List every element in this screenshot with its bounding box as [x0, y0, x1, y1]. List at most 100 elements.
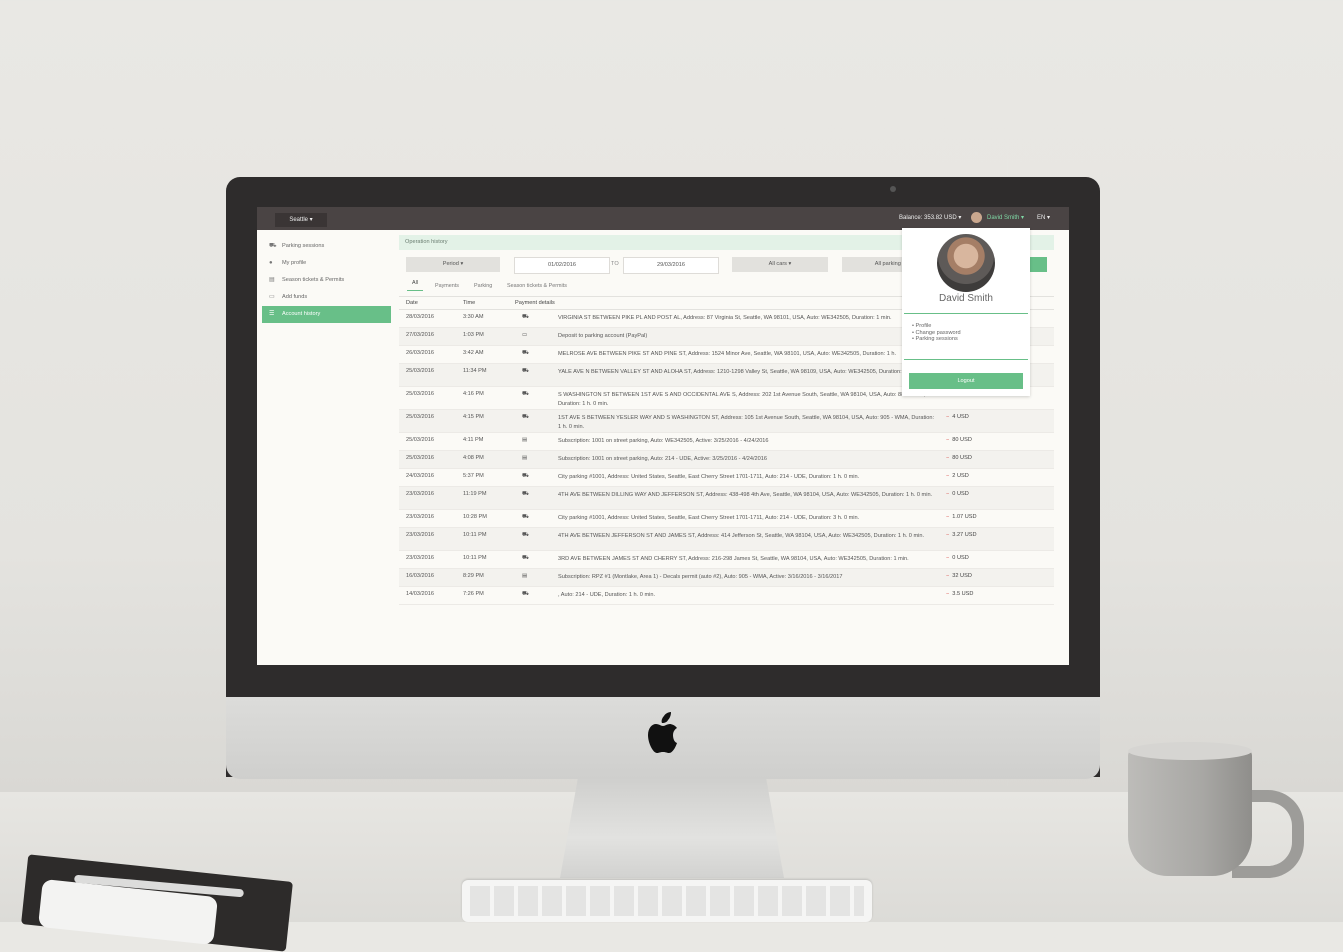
sidebar-item-parking-sessions[interactable]: ⛟ Parking sessions: [262, 238, 391, 255]
amount-value: 0 USD: [952, 555, 969, 561]
row-date: 25/03/2016: [406, 455, 434, 461]
table-row: 16/03/2016 8:29 PM ▤ Subscription: RPZ #1 (…: [399, 569, 1054, 587]
row-time: 11:19 PM: [463, 491, 487, 497]
cars-dropdown[interactable]: All cars ▾: [732, 257, 828, 272]
sidebar: ⛟ Parking sessions ● My profile ▤ Season…: [262, 238, 391, 323]
minus-icon: −: [946, 414, 950, 420]
period-dropdown[interactable]: Period ▾: [406, 257, 500, 272]
tab-parking[interactable]: Parking: [474, 283, 492, 289]
row-details: City parking #1001, Address: United Stat…: [558, 474, 860, 480]
sidebar-item-label: My profile: [282, 260, 307, 266]
user-icon: ●: [269, 260, 273, 266]
row-date: 24/03/2016: [406, 473, 434, 479]
tab-season-tickets[interactable]: Season tickets & Permits: [507, 283, 567, 289]
row-date: 28/03/2016: [406, 314, 434, 320]
minus-icon: −: [946, 555, 950, 561]
amount-value: 80 USD: [952, 455, 972, 461]
row-details: 3RD AVE BETWEEN JAMES ST AND CHERRY ST, …: [558, 556, 909, 562]
date-from-input[interactable]: 01/02/2016: [514, 257, 610, 274]
user-menu-toggle[interactable]: David Smith ▾: [971, 212, 1024, 223]
wallet-icon: ▭: [269, 294, 275, 300]
row-time: 3:30 AM: [463, 314, 484, 320]
tab-payments[interactable]: Payments: [435, 283, 459, 289]
row-time: 10:28 PM: [463, 514, 487, 520]
row-time: 3:42 AM: [463, 350, 484, 356]
row-details: YALE AVE N BETWEEN VALLEY ST AND ALOHA S…: [558, 369, 930, 375]
row-time: 11:34 PM: [463, 368, 487, 374]
car-icon: ⛟: [522, 532, 530, 538]
table-row: 23/03/2016 11:19 PM ⛟ 4TH AVE BETWEEN DILLI…: [399, 487, 1054, 510]
amount-value: 3.27 USD: [952, 532, 977, 538]
amount-value: 1.07 USD: [952, 514, 977, 520]
profile-links: Profile Change password Parking sessions: [912, 323, 961, 343]
amount-value: 4 USD: [952, 414, 969, 420]
card-icon: ▭: [522, 332, 528, 338]
car-icon: ⛟: [522, 591, 530, 597]
column-header-date: Date: [406, 300, 418, 306]
row-time: 5:37 PM: [463, 473, 484, 479]
city-selector[interactable]: Seattle ▾: [275, 213, 327, 227]
row-details: S WASHINGTON ST BETWEEN 1ST AVE S AND OC…: [558, 392, 926, 407]
row-details: 1ST AVE S BETWEEN YESLER WAY AND S WASHI…: [558, 415, 935, 430]
row-date: 25/03/2016: [406, 414, 434, 420]
mug-rim: [1128, 742, 1252, 760]
sidebar-item-season-tickets[interactable]: ▤ Season tickets & Permits: [262, 272, 391, 289]
divider: [904, 359, 1028, 360]
car-icon: ⛟: [522, 368, 530, 374]
row-date: 16/03/2016: [406, 573, 434, 579]
camera: [890, 186, 896, 192]
mug: [1128, 748, 1252, 876]
table-row: 25/03/2016 4:11 PM ▤ Subscription: 1001 on …: [399, 433, 1054, 451]
language-selector[interactable]: EN ▾: [1037, 214, 1050, 221]
user-name: David Smith ▾: [987, 215, 1025, 222]
parking-sessions-link[interactable]: Parking sessions: [912, 336, 961, 343]
table-row: 25/03/2016 4:15 PM ⛟ 1ST AVE S BETWEEN YESL…: [399, 410, 1054, 433]
minus-icon: −: [946, 455, 950, 461]
divider: [904, 313, 1028, 314]
car-icon: ⛟: [522, 473, 530, 479]
sidebar-item-account-history[interactable]: ☰ Account history: [262, 306, 391, 323]
balance-dropdown[interactable]: Balance: 353.82 USD ▾: [899, 214, 961, 221]
car-icon: ⛟: [522, 350, 530, 356]
minus-icon: −: [946, 573, 950, 579]
apple-logo-icon: [648, 712, 677, 753]
car-icon: ⛟: [522, 414, 530, 420]
logout-button[interactable]: Logout: [909, 373, 1023, 389]
row-details: City parking #1001, Address: United Stat…: [558, 515, 860, 521]
row-date: 25/03/2016: [406, 368, 434, 374]
row-amount: −32 USD: [946, 573, 972, 579]
document-icon: ▤: [269, 277, 275, 283]
table-row: 23/03/2016 10:11 PM ⛟ 3RD AVE BETWEEN JAMES…: [399, 551, 1054, 569]
column-header-details: Payment details: [515, 300, 555, 306]
minus-icon: −: [946, 491, 950, 497]
history-icon: ☰: [269, 311, 275, 317]
sidebar-item-label: Account history: [282, 311, 321, 317]
row-date: 23/03/2016: [406, 555, 434, 561]
sidebar-item-add-funds[interactable]: ▭ Add funds: [262, 289, 391, 306]
car-icon: ⛟: [522, 314, 530, 320]
avatar: [971, 212, 982, 223]
amount-value: 2 USD: [952, 473, 969, 479]
table-row: 25/03/2016 4:08 PM ▤ Subscription: 1001 on …: [399, 451, 1054, 469]
row-details: Subscription: 1001 on street parking, Au…: [558, 438, 769, 444]
row-details: Deposit to parking account (PayPal): [558, 333, 648, 339]
sidebar-item-my-profile[interactable]: ● My profile: [262, 255, 391, 272]
row-date: 27/03/2016: [406, 332, 434, 338]
row-time: 4:08 PM: [463, 455, 484, 461]
row-details: MELROSE AVE BETWEEN PIKE ST AND PINE ST,…: [558, 351, 897, 357]
amount-value: 0 USD: [952, 491, 969, 497]
row-amount: −3.5 USD: [946, 591, 973, 597]
row-time: 4:11 PM: [463, 437, 484, 443]
sidebar-item-label: Parking sessions: [282, 243, 325, 249]
row-amount: −0 USD: [946, 491, 969, 497]
date-to-input[interactable]: 29/03/2016: [623, 257, 719, 274]
car-icon: ⛟: [269, 243, 277, 249]
car-icon: ⛟: [522, 514, 530, 520]
row-details: Subscription: RPZ #1 (Montlake, Area 1) …: [558, 574, 843, 580]
table-row: 23/03/2016 10:11 PM ⛟ 4TH AVE BETWEEN JEFFE…: [399, 528, 1054, 551]
car-icon: ⛟: [522, 491, 530, 497]
row-time: 8:29 PM: [463, 573, 484, 579]
row-amount: −2 USD: [946, 473, 969, 479]
tab-all[interactable]: All: [407, 280, 423, 291]
row-amount: −1.07 USD: [946, 514, 977, 520]
